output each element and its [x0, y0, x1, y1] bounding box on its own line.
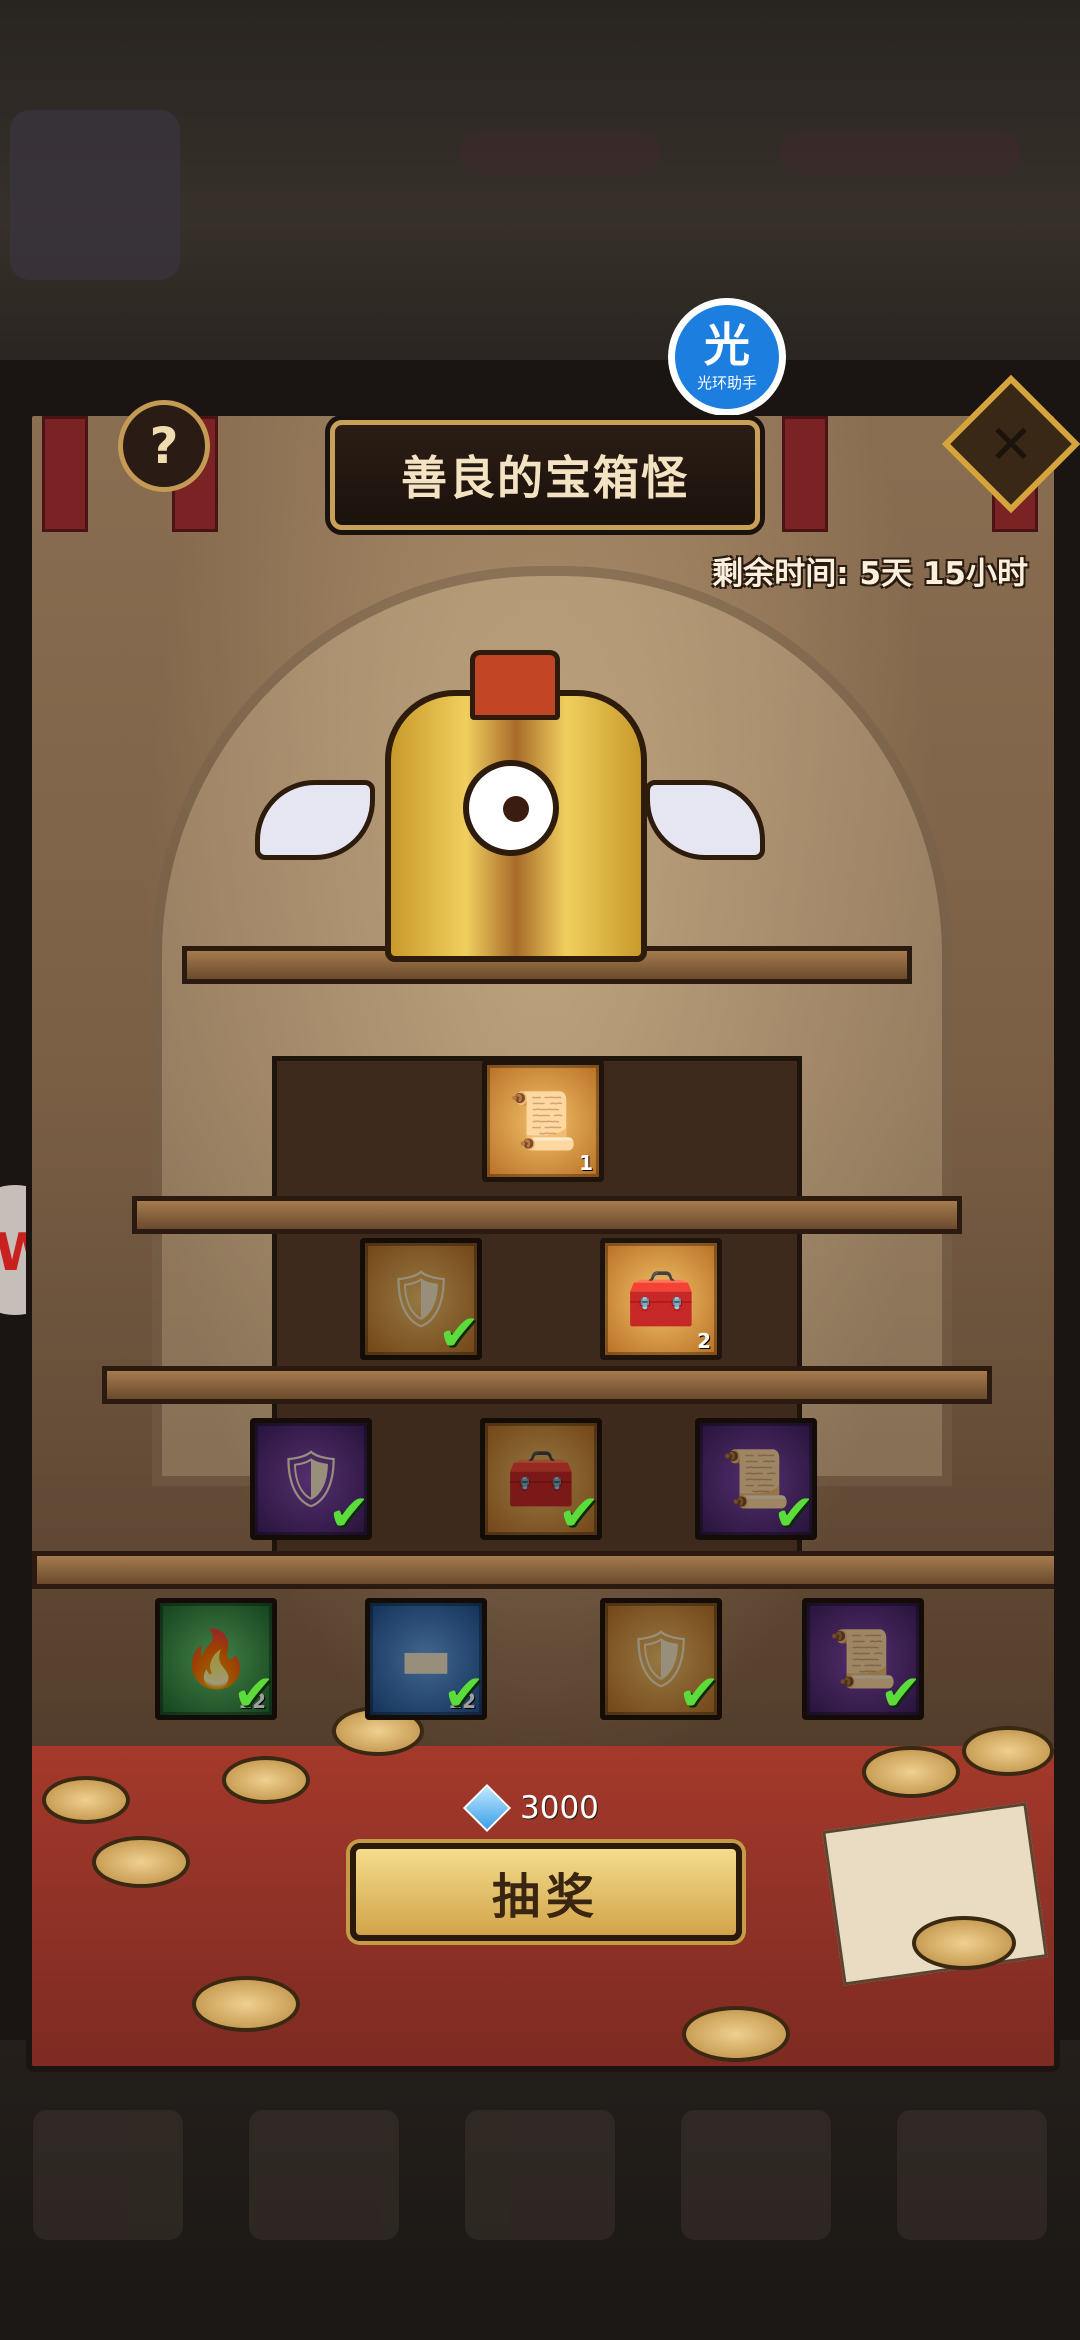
shelf-plank	[32, 1551, 1054, 1589]
shelf-plank	[132, 1196, 962, 1234]
coin-decor	[912, 1916, 1016, 1970]
reward-quantity: 1	[579, 1151, 593, 1175]
title-plate: 善良的宝箱怪	[330, 420, 760, 530]
shelf-plank	[102, 1366, 992, 1404]
draw-cost: 3000	[462, 1783, 599, 1833]
background-avatar	[10, 110, 180, 280]
mimic-eye	[463, 760, 559, 856]
dialog-title: 善良的宝箱怪	[401, 451, 689, 505]
nav-slot	[897, 2110, 1047, 2240]
owned-check-icon: ✔	[678, 1664, 720, 1722]
coin-decor	[42, 1776, 130, 1824]
background-currency-bar	[780, 130, 1020, 176]
coin-decor	[192, 1976, 300, 2032]
nav-slot	[681, 2110, 831, 2240]
coin-decor	[962, 1726, 1054, 1776]
draw-button-label: 抽奖	[491, 1869, 600, 1925]
nav-slot	[33, 2110, 183, 2240]
close-icon: ✕	[988, 412, 1034, 476]
crown-icon	[470, 650, 560, 720]
owned-check-icon: ✔	[233, 1664, 275, 1722]
owned-check-icon: ✔	[438, 1304, 480, 1362]
banner-decor	[42, 416, 88, 532]
background-currency-bar	[460, 130, 660, 176]
reward-quantity: 2	[697, 1329, 711, 1353]
assistant-app-badge[interactable]: 光 光环助手	[668, 298, 786, 416]
draw-button[interactable]: 抽奖	[350, 1843, 742, 1941]
banner-decor	[782, 416, 828, 532]
mimic-chest-character	[255, 650, 765, 962]
owned-check-icon: ✔	[443, 1664, 485, 1722]
remaining-time: 剩余时间: 5天 15小时	[712, 556, 1028, 592]
background-nav	[0, 2090, 1080, 2260]
nav-slot	[249, 2110, 399, 2240]
assistant-badge-label: 光环助手	[696, 373, 757, 392]
coin-decor	[682, 2006, 790, 2062]
assistant-badge-inner: 光 光环助手	[675, 305, 779, 409]
nav-slot	[465, 2110, 615, 2240]
assistant-logo-icon: 光	[704, 317, 750, 372]
draw-cost-value: 3000	[520, 1790, 599, 1826]
coin-decor	[222, 1756, 310, 1804]
reward-slot[interactable]: 🧰 2	[600, 1238, 722, 1360]
reward-slot[interactable]: 📜 1	[482, 1060, 604, 1182]
owned-check-icon: ✔	[328, 1484, 370, 1542]
owned-check-icon: ✔	[880, 1664, 922, 1722]
coin-decor	[92, 1836, 190, 1888]
help-button[interactable]: ?	[118, 400, 210, 492]
diamond-icon	[462, 1783, 512, 1833]
owned-check-icon: ✔	[773, 1484, 815, 1542]
owned-check-icon: ✔	[558, 1484, 600, 1542]
coin-decor	[862, 1746, 960, 1798]
question-icon: ?	[149, 417, 179, 475]
